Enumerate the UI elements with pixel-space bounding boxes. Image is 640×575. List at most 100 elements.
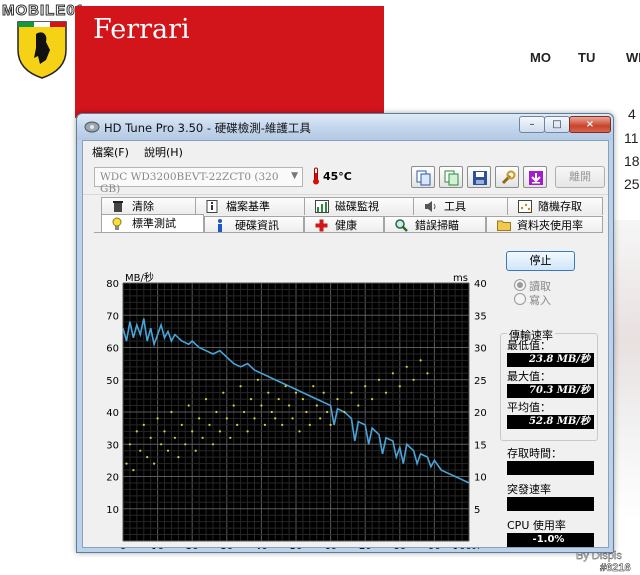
x-tick-label: 10	[151, 547, 164, 549]
tab-folder-usage[interactable]: 資料夾使用率	[486, 216, 603, 233]
tab-label: 磁碟監視	[335, 200, 379, 213]
tab-label: 錯誤掃瞄	[415, 219, 459, 232]
cpu-usage-value: -1.0%	[507, 533, 594, 547]
access-time-point	[184, 443, 187, 446]
menu-help[interactable]: 說明(H)	[144, 144, 183, 160]
drive-select[interactable]: WDC WD3200BEVT-22ZCT0 (320 GB) ▼	[94, 167, 303, 195]
access-time-label: 存取時間：	[507, 447, 562, 460]
access-time-point	[149, 436, 152, 439]
access-time-point	[243, 410, 246, 414]
access-time-point	[277, 398, 280, 401]
thermometer-icon	[313, 167, 319, 185]
menu-file[interactable]: 檔案(F)	[92, 144, 129, 160]
max-label: 最大值：	[507, 370, 551, 383]
copy-screenshot-button[interactable]	[439, 166, 463, 188]
tab-health[interactable]: 健康	[304, 216, 384, 233]
access-time-point	[198, 417, 201, 420]
y-left-tick-label: 30	[106, 440, 119, 451]
access-time-point	[249, 398, 253, 401]
write-radio[interactable]: 寫入	[514, 292, 551, 308]
red-cross-icon	[315, 219, 328, 232]
temperature-readout: 45°C	[323, 170, 352, 183]
y-left-axis-label: MB/秒	[125, 271, 154, 284]
options-button[interactable]	[495, 166, 519, 188]
tab-file-benchmark[interactable]: 檔案基準	[195, 197, 305, 215]
access-time-point	[284, 385, 287, 388]
copy-info-button[interactable]	[411, 166, 435, 188]
trash-icon	[113, 201, 123, 212]
site-logo[interactable]: MOBILE01	[1, 2, 85, 20]
access-time-point	[377, 378, 381, 381]
close-button[interactable]: ×	[569, 116, 611, 133]
calendar-head-tu: TU	[578, 50, 596, 65]
calendar-head-we: WE	[626, 50, 640, 65]
access-time-point	[312, 385, 315, 388]
y-right-tick-label: 30	[474, 344, 487, 355]
y-right-axis-label: ms	[453, 273, 468, 284]
access-time-point	[208, 423, 211, 426]
download-button[interactable]	[523, 166, 547, 188]
tab-label: 資料夾使用率	[517, 219, 583, 232]
folder-icon	[497, 220, 511, 231]
save-button[interactable]	[467, 166, 491, 188]
calendar-day[interactable]: 11	[624, 130, 639, 146]
calendar-head-mo: MO	[530, 50, 551, 65]
access-time-point	[274, 417, 277, 420]
cpu-usage-label: CPU 使用率	[507, 519, 566, 532]
access-time-point	[329, 423, 332, 426]
tab-label: 標準測試	[132, 217, 176, 230]
avg-label: 平均值：	[507, 401, 551, 414]
bar-chart-icon	[315, 200, 329, 213]
calendar-day[interactable]: 4	[628, 106, 636, 122]
tab-erase[interactable]: 清除	[101, 197, 196, 215]
toolbar: WDC WD3200BEVT-22ZCT0 (320 GB) ▼ 45°C 離開	[83, 161, 608, 195]
tab-tools[interactable]: 工具	[413, 197, 508, 215]
x-tick-label: 20	[186, 547, 199, 549]
access-time-point	[232, 404, 235, 407]
access-time-point	[132, 469, 135, 472]
access-time-point	[187, 404, 190, 407]
title-bar[interactable]: HD Tune Pro 3.50 - 硬碟檢測-維護工具 – □ ×	[77, 114, 613, 140]
tab-label: 隨機存取	[538, 200, 582, 213]
x-tick-label: 100%	[453, 547, 482, 549]
tab-label: 健康	[335, 219, 357, 232]
calendar-day[interactable]: 25	[624, 176, 640, 192]
y-right-tick-label: 10	[474, 473, 487, 484]
access-time-point	[357, 404, 360, 407]
min-value: 23.8 MB/秒	[507, 353, 594, 367]
tab-benchmark[interactable]: 標準測試	[101, 214, 204, 233]
tab-random-access[interactable]: 隨機存取	[507, 197, 603, 215]
watermark-id: #6216	[600, 562, 631, 575]
tab-label: 硬碟資訊	[235, 219, 279, 232]
tab-error-scan[interactable]: 錯誤掃瞄	[384, 216, 486, 233]
access-time-point	[263, 423, 266, 426]
y-right-tick-label: 40	[474, 279, 487, 290]
tab-label: 清除	[132, 200, 154, 213]
access-time-point	[156, 417, 159, 420]
access-time-point	[308, 423, 311, 426]
y-left-tick-label: 60	[106, 344, 119, 355]
brand-title: Ferrari	[93, 14, 190, 45]
tab-disk-info[interactable]: 硬碟資訊	[204, 216, 304, 233]
stop-button[interactable]: 停止	[506, 251, 575, 271]
ferrari-shield-logo	[17, 21, 67, 79]
access-time-point	[384, 391, 388, 394]
exit-button[interactable]: 離開	[555, 166, 605, 188]
tab-disk-monitor[interactable]: 磁碟監視	[304, 197, 414, 215]
floppy-disk-icon	[473, 171, 487, 185]
access-time-point	[146, 456, 149, 459]
maximize-button[interactable]: □	[544, 116, 570, 133]
wrench-icon	[501, 170, 516, 185]
access-time-point	[194, 449, 197, 452]
access-time-point	[267, 391, 270, 394]
y-left-tick-label: 70	[106, 311, 119, 322]
max-value: 70.3 MB/秒	[507, 384, 594, 398]
access-time-point	[291, 417, 294, 420]
minimize-button[interactable]: –	[519, 116, 545, 133]
y-left-tick-label: 50	[106, 376, 119, 387]
y-right-tick-label: 35	[474, 311, 487, 322]
access-time-point	[239, 385, 242, 388]
calendar-day[interactable]: 18	[624, 153, 640, 169]
down-arrow-icon	[529, 171, 543, 185]
access-time-point	[336, 398, 339, 401]
